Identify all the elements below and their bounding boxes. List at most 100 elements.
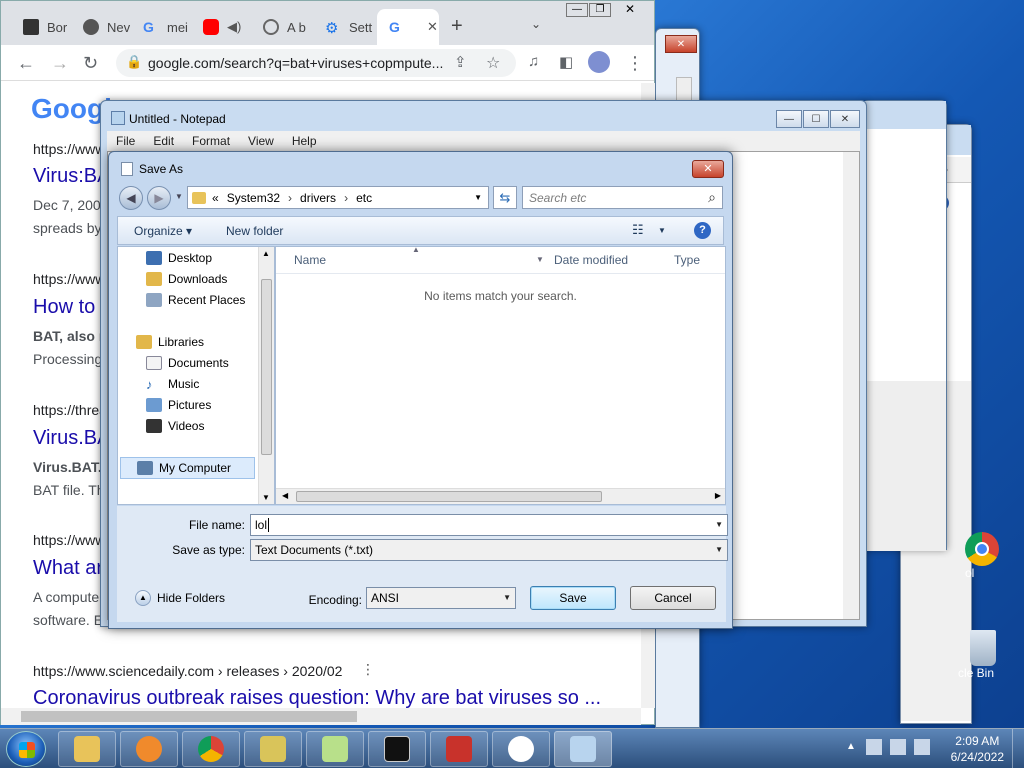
taskbar-app[interactable] [244,731,302,767]
taskbar-media-player[interactable] [120,731,178,767]
chevron-down-icon[interactable]: ▼ [715,545,723,554]
scrollbar-thumb[interactable] [261,279,272,455]
chevron-down-icon[interactable]: ▼ [536,255,544,264]
vertical-scrollbar[interactable]: ▲ ▼ [258,247,274,504]
view-options-icon[interactable]: ☷ [632,222,644,238]
chevron-down-icon[interactable]: ▼ [715,520,723,529]
nav-item-recent-places[interactable]: Recent Places [146,293,245,307]
close-icon[interactable]: ✕ [830,110,860,128]
breadcrumb-separator[interactable]: › [288,191,292,205]
breadcrumb-overflow[interactable]: « [212,191,219,205]
tab[interactable]: A b [251,9,313,45]
hide-folders-button[interactable]: ▲ Hide Folders [135,590,225,606]
show-hidden-icons[interactable]: ▲ [846,741,856,752]
tab-active[interactable]: G ✕ [377,9,439,45]
breadcrumb-item[interactable]: System32 [227,191,280,205]
system-clock[interactable]: 2:09 AM 6/24/2022 [951,733,1004,765]
menu-edit[interactable]: Edit [153,134,174,148]
search-input[interactable]: Search etc ⌕ [522,186,723,209]
cancel-button[interactable]: Cancel [630,586,716,610]
back-icon[interactable]: ◀ [119,186,143,210]
tab[interactable]: Nev [71,9,131,45]
new-tab-icon[interactable]: + [451,15,463,38]
menu-file[interactable]: File [116,134,135,148]
minimize-icon[interactable]: — [566,3,588,17]
share-icon[interactable]: ⇪ [454,53,467,71]
refresh-icon[interactable]: ⇆ [493,186,517,209]
back-icon[interactable]: ← [17,53,35,74]
start-button[interactable] [6,731,46,767]
restore-icon[interactable]: ❐ [589,3,611,17]
result-title[interactable]: Virus:BA [33,165,110,188]
speaker-icon[interactable]: ◀) [227,19,241,35]
column-header-name[interactable]: Name [294,253,326,267]
vertical-scrollbar[interactable] [843,152,859,619]
menu-format[interactable]: Format [192,134,230,148]
result-title[interactable]: Coronavirus outbreak raises question: Wh… [33,687,601,708]
organize-button[interactable]: Organize ▾ [134,224,192,238]
nav-item-videos[interactable]: Videos [146,419,204,433]
close-icon[interactable]: ✕ [617,3,643,17]
chrome-desktop-icon[interactable]: ol [965,532,1005,596]
taskbar-explorer[interactable] [58,731,116,767]
chevron-down-icon[interactable]: ▼ [658,226,666,235]
bookmark-star-icon[interactable]: ☆ [486,53,500,73]
maximize-icon[interactable]: ☐ [803,110,829,128]
breadcrumb-item[interactable]: drivers [300,191,336,205]
recycle-bin-desktop-icon[interactable]: cle Bin [958,630,1024,700]
action-center-icon[interactable] [914,739,930,755]
tab[interactable]: ⚙ Sett [313,9,377,45]
tab[interactable]: Gmei [131,9,191,45]
nav-item-desktop[interactable]: Desktop [146,251,212,265]
forward-icon[interactable]: → [51,53,69,74]
chevron-down-icon[interactable]: ▼ [474,193,482,202]
reload-icon[interactable]: ↻ [83,53,98,74]
close-icon[interactable]: ✕ [665,35,697,53]
result-title[interactable]: Virus.BA [33,427,110,450]
minimize-icon[interactable]: — [776,110,802,128]
encoding-select[interactable]: ANSI ▼ [366,587,516,609]
help-icon[interactable]: ? [694,222,711,239]
column-header-date-modified[interactable]: Date modified [554,253,628,267]
new-folder-button[interactable]: New folder [226,224,283,238]
taskbar-java[interactable] [492,731,550,767]
menu-help[interactable]: Help [292,134,317,148]
column-header-type[interactable]: Type [674,253,700,267]
save-button[interactable]: Save [530,586,616,610]
result-title[interactable]: What ar [33,557,103,580]
horizontal-scrollbar[interactable] [1,708,641,725]
tab[interactable]: Bor [11,9,71,45]
nav-item-pictures[interactable]: Pictures [146,398,211,412]
save-as-type-select[interactable]: Text Documents (*.txt) ▼ [250,539,728,561]
taskbar-command-prompt[interactable] [368,731,426,767]
taskbar-chrome[interactable] [182,731,240,767]
nav-item-documents[interactable]: Documents [146,356,229,370]
avatar[interactable] [588,51,610,73]
result-options-icon[interactable]: ⋮ [361,661,375,678]
side-panel-icon[interactable]: ◧ [559,53,573,71]
chevron-down-icon[interactable]: ▼ [503,593,511,602]
scroll-right-icon[interactable]: ▶ [715,491,721,500]
show-desktop-button[interactable] [1012,729,1024,768]
tab[interactable]: ◀) [191,9,251,45]
scroll-left-icon[interactable]: ◀ [282,491,288,500]
chevron-down-icon[interactable]: ▼ [175,192,183,201]
taskbar-notepad[interactable] [554,731,612,767]
nav-item-downloads[interactable]: Downloads [146,272,227,286]
scrollbar-thumb[interactable] [296,491,602,502]
horizontal-scrollbar[interactable]: ◀ ▶ [276,488,725,504]
breadcrumb-separator[interactable]: › [344,191,348,205]
forward-icon[interactable]: ▶ [147,186,171,210]
volume-muted-icon[interactable] [890,739,906,755]
chevron-down-icon[interactable]: ⌄ [531,17,541,31]
taskbar-toolbox[interactable] [430,731,488,767]
taskbar-notepad-plus[interactable] [306,731,364,767]
nav-item-music[interactable]: ♪ Music [146,377,199,392]
media-icon[interactable]: ♫ [528,53,539,70]
scrollbar-thumb[interactable] [21,711,357,722]
more-menu-icon[interactable]: ⋮ [626,53,644,74]
close-icon[interactable]: ✕ [692,160,724,178]
menu-view[interactable]: View [248,134,274,148]
scroll-down-icon[interactable]: ▼ [262,493,270,502]
nav-item-libraries[interactable]: Libraries [136,335,204,349]
